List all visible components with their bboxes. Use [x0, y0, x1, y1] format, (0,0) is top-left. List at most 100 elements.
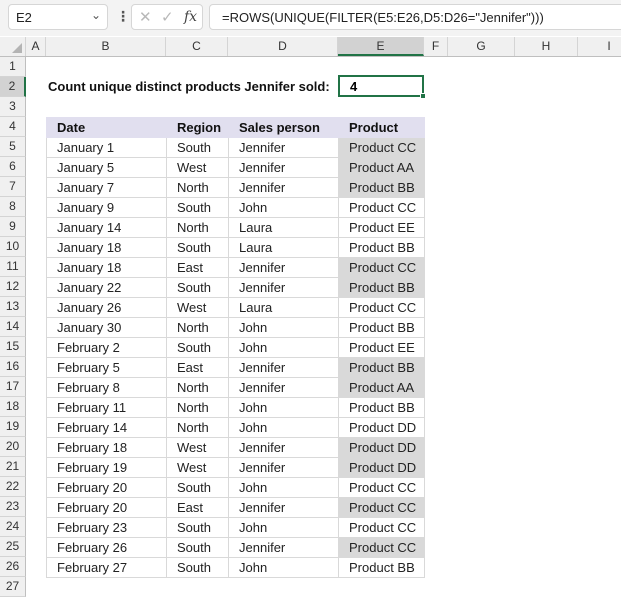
sales-person-cell[interactable]: Jennifer [228, 497, 339, 518]
sales-person-cell[interactable]: John [228, 477, 339, 498]
product-cell[interactable]: Product CC [338, 537, 425, 558]
column-header-c[interactable]: C [166, 37, 228, 56]
sales-person-cell[interactable]: John [228, 557, 339, 578]
row-header-18[interactable]: 18 [0, 397, 26, 417]
row-header-11[interactable]: 11 [0, 257, 26, 277]
product-cell[interactable]: Product CC [338, 137, 425, 158]
region-cell[interactable]: North [166, 397, 229, 418]
row-header-9[interactable]: 9 [0, 217, 26, 237]
enter-icon[interactable]: ✓ [161, 8, 174, 26]
row-header-3[interactable]: 3 [0, 97, 26, 117]
region-cell[interactable]: South [166, 557, 229, 578]
region-cell[interactable]: West [166, 157, 229, 178]
region-cell[interactable]: South [166, 137, 229, 158]
date-cell[interactable]: February 26 [46, 537, 167, 558]
region-cell[interactable]: North [166, 317, 229, 338]
date-cell[interactable]: February 23 [46, 517, 167, 538]
row-header-20[interactable]: 20 [0, 437, 26, 457]
sales-person-cell[interactable]: Laura [228, 297, 339, 318]
row-header-14[interactable]: 14 [0, 317, 26, 337]
region-cell[interactable]: East [166, 257, 229, 278]
row-header-22[interactable]: 22 [0, 477, 26, 497]
select-all-button[interactable] [0, 37, 26, 56]
row-header-1[interactable]: 1 [0, 57, 26, 77]
header-product[interactable]: Product [338, 117, 425, 138]
sales-person-cell[interactable]: Laura [228, 217, 339, 238]
sales-person-cell[interactable]: Jennifer [228, 357, 339, 378]
product-cell[interactable]: Product BB [338, 317, 425, 338]
sales-person-cell[interactable]: Jennifer [228, 377, 339, 398]
sales-person-cell[interactable]: Jennifer [228, 437, 339, 458]
product-cell[interactable]: Product EE [338, 217, 425, 238]
sales-person-cell[interactable]: John [228, 317, 339, 338]
header-region[interactable]: Region [166, 117, 229, 138]
name-box[interactable]: E2 ⌄ [8, 4, 108, 30]
sales-person-cell[interactable]: John [228, 197, 339, 218]
product-cell[interactable]: Product BB [338, 397, 425, 418]
region-cell[interactable]: North [166, 217, 229, 238]
sales-person-cell[interactable]: Jennifer [228, 257, 339, 278]
product-cell[interactable]: Product BB [338, 357, 425, 378]
column-header-g[interactable]: G [448, 37, 515, 56]
column-header-e[interactable]: E [338, 37, 424, 56]
region-cell[interactable]: South [166, 237, 229, 258]
date-cell[interactable]: January 5 [46, 157, 167, 178]
region-cell[interactable]: South [166, 197, 229, 218]
result-cell[interactable]: 4 [338, 75, 426, 99]
date-cell[interactable]: January 1 [46, 137, 167, 158]
product-cell[interactable]: Product CC [338, 497, 425, 518]
product-cell[interactable]: Product CC [338, 477, 425, 498]
date-cell[interactable]: January 18 [46, 237, 167, 258]
date-cell[interactable]: February 5 [46, 357, 167, 378]
sales-person-cell[interactable]: Jennifer [228, 277, 339, 298]
product-cell[interactable]: Product AA [338, 377, 425, 398]
date-cell[interactable]: February 14 [46, 417, 167, 438]
date-cell[interactable]: February 19 [46, 457, 167, 478]
row-header-19[interactable]: 19 [0, 417, 26, 437]
product-cell[interactable]: Product BB [338, 177, 425, 198]
row-header-7[interactable]: 7 [0, 177, 26, 197]
date-cell[interactable]: February 20 [46, 477, 167, 498]
column-header-f[interactable]: F [424, 37, 448, 56]
product-cell[interactable]: Product DD [338, 457, 425, 478]
product-cell[interactable]: Product AA [338, 157, 425, 178]
sales-person-cell[interactable]: Jennifer [228, 177, 339, 198]
sales-person-cell[interactable]: Jennifer [228, 537, 339, 558]
product-cell[interactable]: Product DD [338, 417, 425, 438]
row-header-5[interactable]: 5 [0, 137, 26, 157]
sales-person-cell[interactable]: John [228, 337, 339, 358]
product-cell[interactable]: Product BB [338, 557, 425, 578]
product-cell[interactable]: Product EE [338, 337, 425, 358]
date-cell[interactable]: February 2 [46, 337, 167, 358]
row-header-17[interactable]: 17 [0, 377, 26, 397]
product-cell[interactable]: Product BB [338, 237, 425, 258]
chevron-down-icon[interactable]: ⌄ [91, 8, 101, 22]
date-cell[interactable]: January 22 [46, 277, 167, 298]
product-cell[interactable]: Product BB [338, 277, 425, 298]
region-cell[interactable]: South [166, 337, 229, 358]
column-header-d[interactable]: D [228, 37, 338, 56]
date-cell[interactable]: January 9 [46, 197, 167, 218]
fill-handle[interactable] [420, 93, 426, 99]
sales-person-cell[interactable]: Jennifer [228, 137, 339, 158]
formula-input[interactable]: =ROWS(UNIQUE(FILTER(E5:E26,D5:D26="Jenni… [209, 4, 621, 30]
row-header-21[interactable]: 21 [0, 457, 26, 477]
product-cell[interactable]: Product DD [338, 437, 425, 458]
row-header-27[interactable]: 27 [0, 577, 26, 597]
row-header-15[interactable]: 15 [0, 337, 26, 357]
product-cell[interactable]: Product CC [338, 197, 425, 218]
sales-person-cell[interactable]: Laura [228, 237, 339, 258]
region-cell[interactable]: North [166, 177, 229, 198]
region-cell[interactable]: West [166, 437, 229, 458]
date-cell[interactable]: February 20 [46, 497, 167, 518]
column-header-i[interactable]: I [578, 37, 621, 56]
row-header-23[interactable]: 23 [0, 497, 26, 517]
row-header-16[interactable]: 16 [0, 357, 26, 377]
region-cell[interactable]: East [166, 497, 229, 518]
sales-person-cell[interactable]: Jennifer [228, 457, 339, 478]
region-cell[interactable]: South [166, 277, 229, 298]
date-cell[interactable]: February 18 [46, 437, 167, 458]
row-header-12[interactable]: 12 [0, 277, 26, 297]
region-cell[interactable]: South [166, 517, 229, 538]
fx-icon[interactable]: fx [184, 9, 197, 25]
